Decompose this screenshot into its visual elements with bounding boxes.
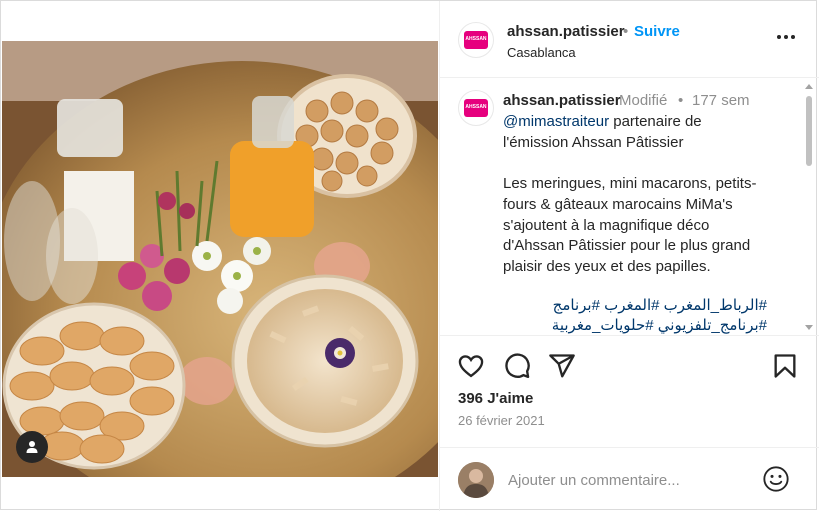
comment-input[interactable]: [508, 468, 748, 492]
caption-scrollbar[interactable]: [805, 84, 813, 330]
follow-button[interactable]: Suivre: [634, 23, 680, 40]
caption-line: s'ajoutent à la magnifique déco: [503, 217, 710, 234]
share-button[interactable]: [548, 352, 576, 380]
more-options-icon[interactable]: [774, 29, 798, 45]
post-location[interactable]: Casablanca: [507, 45, 576, 60]
post-photo[interactable]: [2, 41, 438, 477]
emoji-button[interactable]: [762, 465, 790, 493]
caption-line: fours & gâteaux marocains MiMa's: [503, 196, 733, 213]
caption-line-rest: partenaire de: [609, 113, 702, 130]
post-username[interactable]: ahssan.patissier: [507, 23, 625, 40]
brand-logo-icon: AHSSAN: [464, 31, 488, 49]
caption-username[interactable]: ahssan.patissier: [503, 92, 621, 109]
person-icon: [26, 441, 38, 453]
caption-line: plaisir des yeux et des papilles.: [503, 258, 711, 275]
caption-line: d'Ahssan Pâtissier pour le plus grand: [503, 237, 751, 254]
tagged-users-button[interactable]: [16, 431, 48, 463]
post-date[interactable]: 26 février 2021: [458, 413, 545, 428]
header-separator: •: [623, 23, 629, 40]
caption-line: Les meringues, mini macarons, petits-: [503, 175, 757, 192]
caption-line: l'émission Ahssan Pâtissier: [503, 134, 684, 151]
post-side-panel: AHSSAN ahssan.patissier • Suivre Casabla…: [439, 1, 819, 511]
emoji-icon: [763, 466, 789, 492]
comment-bar: [440, 447, 819, 512]
hashtag-line[interactable]: #الرباط_المغرب #المغرب #برنامج: [503, 296, 767, 314]
action-bar: [440, 335, 819, 386]
profile-avatar[interactable]: AHSSAN: [458, 22, 494, 58]
edited-label: Modifié: [619, 92, 668, 109]
post-modal: AHSSAN ahssan.patissier • Suivre Casabla…: [0, 0, 819, 511]
like-button[interactable]: [457, 352, 485, 380]
user-photo-icon: [458, 462, 494, 498]
mention-link[interactable]: @mimastraiteur: [503, 113, 609, 130]
share-icon: [549, 354, 575, 378]
avatar-logo-text: AHSSAN: [465, 36, 487, 43]
caption-line: @mimastraiteur partenaire de: [503, 113, 702, 130]
heart-icon: [458, 355, 484, 378]
post-caption: AHSSAN ahssan.patissier Modifié • 177 se…: [440, 78, 819, 334]
comment-icon: [505, 353, 530, 379]
avatar-logo-text: AHSSAN: [465, 104, 487, 111]
caption-separator: •: [678, 92, 684, 109]
scroll-thumb[interactable]: [806, 96, 812, 166]
caption-timestamp[interactable]: 177 sem: [692, 92, 750, 109]
hashtag-line[interactable]: #برنامج_تلفزيوني #حلويات_مغربية: [503, 316, 767, 334]
comment-button[interactable]: [503, 352, 531, 380]
likes-count[interactable]: 396 J'aime: [458, 390, 533, 407]
caption-avatar[interactable]: AHSSAN: [458, 90, 494, 126]
post-photo-image: [2, 41, 438, 477]
post-header: AHSSAN ahssan.patissier • Suivre Casabla…: [440, 1, 819, 78]
brand-logo-icon: AHSSAN: [464, 99, 488, 117]
current-user-avatar: [458, 462, 494, 498]
scroll-up-arrow-icon[interactable]: [805, 84, 813, 89]
scroll-down-arrow-icon[interactable]: [805, 325, 813, 330]
save-button[interactable]: [771, 352, 799, 380]
bookmark-icon: [774, 354, 796, 378]
